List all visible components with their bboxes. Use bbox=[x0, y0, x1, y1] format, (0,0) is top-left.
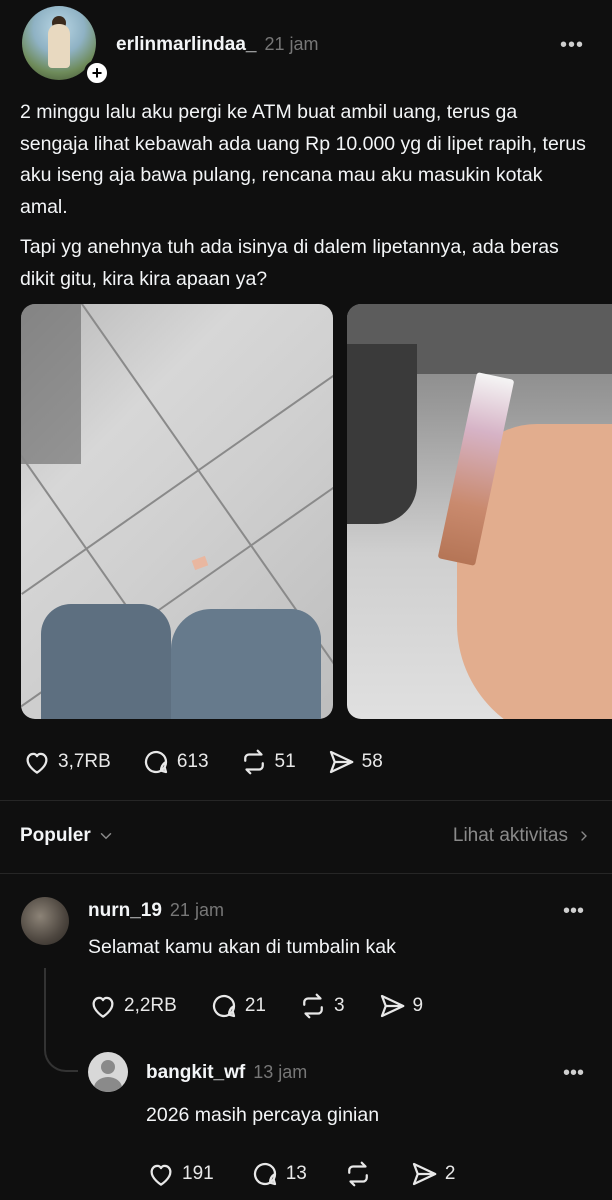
author-row: erlinmarlindaa_ 21 jam bbox=[116, 34, 318, 56]
post-paragraph-1: 2 minggu lalu aku pergi ke ATM buat ambi… bbox=[20, 101, 586, 218]
thread-connector bbox=[44, 1026, 78, 1072]
more-horizontal-icon[interactable]: ••• bbox=[563, 1062, 584, 1085]
share-button[interactable]: 58 bbox=[326, 747, 383, 777]
comment-bubble-icon bbox=[253, 1162, 276, 1186]
like-button[interactable]: 191 bbox=[146, 1159, 214, 1189]
send-icon bbox=[329, 750, 354, 774]
photo-shadow bbox=[21, 304, 81, 464]
comment-button[interactable]: 21 bbox=[209, 991, 266, 1021]
follow-plus-icon[interactable]: + bbox=[84, 60, 110, 86]
leg-right bbox=[171, 609, 321, 719]
comment-count: 21 bbox=[244, 995, 266, 1016]
like-button[interactable]: 2,2RB bbox=[88, 991, 177, 1021]
reply-time: 21 jam bbox=[169, 900, 224, 920]
heart-icon bbox=[150, 1164, 172, 1186]
post-header: + erlinmarlindaa_ 21 jam ••• bbox=[20, 6, 592, 86]
post-paragraph-2: Tapi yg anehnya tuh ada isinya di dalem … bbox=[20, 236, 559, 290]
repost-button[interactable] bbox=[343, 1159, 373, 1189]
repost-icon bbox=[243, 749, 264, 775]
default-avatar-head bbox=[101, 1060, 115, 1074]
folded-bill bbox=[191, 555, 209, 571]
send-icon bbox=[380, 994, 404, 1018]
sort-row: Populer Lihat aktivitas bbox=[20, 825, 592, 847]
repost-button[interactable]: 51 bbox=[239, 747, 296, 777]
post-photo-hand[interactable] bbox=[347, 304, 612, 719]
nested-reply-text: 2026 masih percaya ginian bbox=[146, 1104, 380, 1126]
repost-count: 51 bbox=[274, 751, 296, 772]
comment-count: 13 bbox=[285, 1163, 307, 1184]
post-actions: 3,7RB 613 51 58 bbox=[22, 744, 413, 780]
nested-reply-time: 13 jam bbox=[253, 1062, 308, 1082]
divider bbox=[0, 873, 612, 874]
chevron-right-icon bbox=[581, 831, 587, 841]
more-horizontal-icon[interactable]: ••• bbox=[563, 900, 584, 923]
thread-line bbox=[44, 968, 46, 1028]
post-time: 21 jam bbox=[264, 34, 319, 54]
reply-avatar[interactable] bbox=[21, 897, 69, 945]
share-button[interactable]: 2 bbox=[409, 1159, 456, 1189]
share-count: 9 bbox=[412, 995, 424, 1016]
comment-bubble-icon bbox=[144, 750, 167, 774]
divider bbox=[0, 800, 612, 801]
send-icon bbox=[412, 1162, 437, 1186]
reply-actions: 2,2RB 21 3 9 bbox=[88, 988, 455, 1024]
reply-username[interactable]: nurn_19 bbox=[88, 900, 162, 922]
photo-dark-area bbox=[347, 344, 417, 524]
sort-label: Populer bbox=[20, 825, 91, 846]
share-count: 58 bbox=[361, 751, 383, 772]
nested-reply-username[interactable]: bangkit_wf bbox=[146, 1062, 245, 1084]
post-photo-floor[interactable] bbox=[21, 304, 333, 719]
view-activity-link[interactable]: Lihat aktivitas bbox=[453, 825, 592, 847]
reply-text: Selamat kamu akan di tumbalin kak bbox=[88, 936, 396, 958]
comment-count: 613 bbox=[176, 751, 209, 772]
comment-bubble-icon bbox=[212, 994, 235, 1018]
heart-icon bbox=[26, 752, 48, 774]
leg-left bbox=[41, 604, 171, 719]
reply-author-row: nurn_19 21 jam bbox=[88, 900, 224, 922]
nested-reply-actions: 191 13 2 bbox=[146, 1156, 491, 1192]
nested-reply-author-row: bangkit_wf 13 jam bbox=[146, 1062, 307, 1084]
chevron-down-icon bbox=[100, 833, 111, 840]
sort-dropdown[interactable]: Populer bbox=[20, 825, 115, 847]
repost-button[interactable]: 3 bbox=[298, 991, 345, 1021]
like-count: 3,7RB bbox=[58, 751, 111, 772]
repost-icon bbox=[303, 993, 323, 1019]
comment-button[interactable]: 13 bbox=[250, 1159, 307, 1189]
like-count: 2,2RB bbox=[124, 995, 177, 1016]
like-button[interactable]: 3,7RB bbox=[22, 747, 111, 777]
comment-button[interactable]: 613 bbox=[141, 747, 209, 777]
heart-icon bbox=[92, 996, 114, 1018]
nested-reply-avatar[interactable] bbox=[88, 1052, 128, 1092]
share-count: 2 bbox=[444, 1163, 456, 1184]
more-horizontal-icon[interactable]: ••• bbox=[560, 34, 584, 57]
author-username[interactable]: erlinmarlindaa_ bbox=[116, 34, 256, 56]
repost-icon bbox=[347, 1161, 368, 1187]
avatar-figure-body bbox=[48, 24, 70, 68]
share-button[interactable]: 9 bbox=[377, 991, 424, 1021]
activity-label: Lihat aktivitas bbox=[452, 825, 568, 846]
repost-count: 3 bbox=[333, 995, 345, 1016]
like-count: 191 bbox=[182, 1163, 214, 1184]
default-avatar-body bbox=[94, 1077, 122, 1092]
